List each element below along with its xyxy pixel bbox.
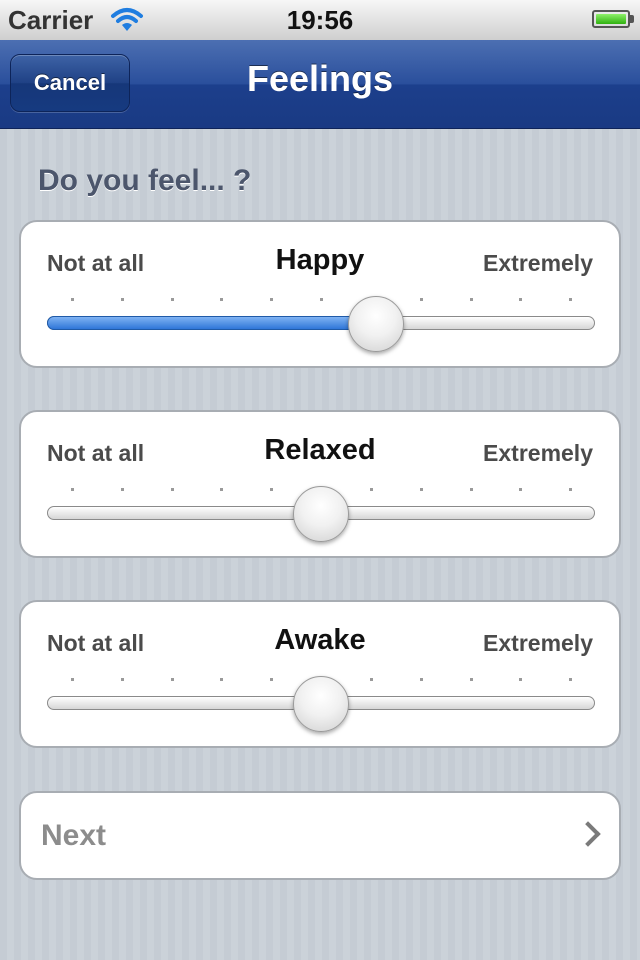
slider-tick [120, 298, 124, 301]
battery-icon [592, 10, 630, 28]
slider-tick [469, 678, 473, 681]
slider-tick [419, 298, 423, 301]
slider-tick [569, 298, 573, 301]
slider-tick [270, 678, 274, 681]
slider-thumb[interactable] [293, 676, 349, 732]
slider-thumb[interactable] [293, 486, 349, 542]
max-label: Extremely [483, 440, 593, 466]
slider-tick [369, 678, 373, 681]
slider-tick [270, 488, 274, 491]
clock: 19:56 [286, 5, 354, 35]
question-heading: Do you feel... ? [38, 164, 252, 197]
slider-tick [71, 298, 74, 301]
slider-tick [419, 488, 423, 491]
slider-tick [220, 298, 224, 301]
slider-ticks [47, 298, 595, 302]
slider-tick [120, 488, 124, 491]
slider-tick [71, 488, 74, 491]
slider-tick [270, 298, 274, 301]
chevron-right-icon [575, 821, 601, 847]
slider-tick [419, 678, 423, 681]
next-label: Next [41, 819, 107, 852]
slider-tick [220, 488, 224, 491]
slider-tick [569, 488, 573, 491]
slider-tick [469, 298, 473, 301]
slider-card-relaxed: Not at all Relaxed Extremely [19, 410, 621, 558]
slider-tick [170, 298, 174, 301]
max-label: Extremely [483, 250, 593, 276]
slider-card-happy: Not at all Happy Extremely [19, 220, 621, 368]
slider-tick [120, 678, 124, 681]
page-title: Feelings [246, 58, 394, 99]
battery-tip [630, 15, 634, 23]
slider-fill [47, 316, 376, 330]
slider-tick [320, 298, 324, 301]
slider-card-awake: Not at all Awake Extremely [19, 600, 621, 748]
max-label: Extremely [483, 630, 593, 656]
status-bar: Carrier 19:56 [0, 0, 640, 41]
slider-tick [170, 488, 174, 491]
slider-tick [519, 488, 523, 491]
slider-tick [369, 488, 373, 491]
slider-tick [519, 298, 523, 301]
next-button[interactable]: Next [19, 791, 621, 880]
slider-thumb[interactable] [347, 296, 404, 352]
slider-tick [469, 488, 473, 491]
slider-tick [170, 678, 174, 681]
navigation-bar: Cancel Feelings [0, 40, 640, 129]
slider-track[interactable] [47, 316, 595, 330]
slider-tick [569, 678, 573, 681]
slider-tick [71, 678, 74, 681]
slider-tick [220, 678, 224, 681]
slider-tick [519, 678, 523, 681]
